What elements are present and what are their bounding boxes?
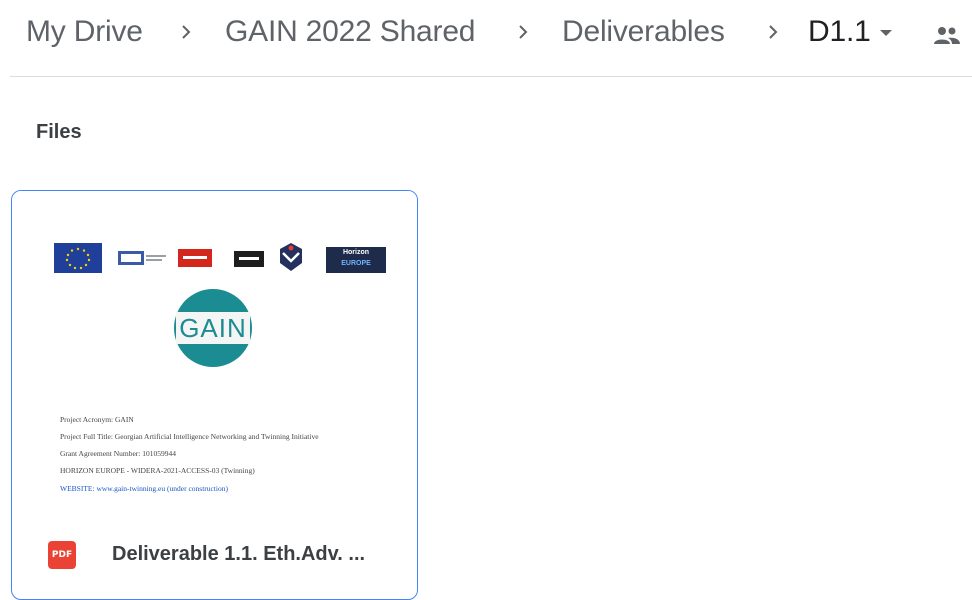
partner-dark-logo <box>234 251 264 267</box>
file-name[interactable]: Deliverable 1.1. Eth.Adv. ... <box>112 543 402 566</box>
file-thumbnail: Horizon EUROPE GAIN Project Acronym: GAI… <box>12 191 417 511</box>
people-icon <box>934 27 960 44</box>
doc-line-acronym: Project Acronym: GAIN <box>60 415 134 424</box>
breadcrumb-item-deliverables[interactable]: Deliverables <box>562 15 725 49</box>
file-footer: PDF Deliverable 1.1. Eth.Adv. ... <box>12 511 417 599</box>
europe-logo-text: EUROPE <box>341 260 371 267</box>
breadcrumb: My Drive GAIN 2022 Shared Deliverables D… <box>0 0 972 64</box>
section-title-files: Files <box>36 121 82 143</box>
gain-logo-text: GAIN <box>176 312 250 344</box>
partner-logos: Horizon EUROPE <box>12 243 417 283</box>
file-card[interactable]: Horizon EUROPE GAIN Project Acronym: GAI… <box>11 190 418 600</box>
breadcrumb-item-gain-2022-shared[interactable]: GAIN 2022 Shared <box>225 15 475 49</box>
gain-logo: GAIN <box>174 289 252 367</box>
horizon-europe-logo: Horizon EUROPE <box>326 247 386 273</box>
breadcrumb-current-folder[interactable]: D1.1 <box>808 15 871 49</box>
header-divider <box>10 76 972 77</box>
document-preview-text: Project Acronym: GAIN Project Full Title… <box>60 415 380 501</box>
doc-line-grant: Grant Agreement Number: 101059944 <box>60 449 177 459</box>
breadcrumb-item-my-drive[interactable]: My Drive <box>26 15 143 49</box>
partner-red-logo <box>178 249 212 267</box>
doc-line-title: Project Full Title: Georgian Artificial … <box>60 432 319 442</box>
pdf-icon: PDF <box>48 541 76 569</box>
chevron-right-icon <box>519 25 528 39</box>
partner-shield-logo <box>280 243 302 271</box>
chevron-right-icon <box>769 25 778 39</box>
doc-line-website: WEBSITE: www.gain-twinning.eu (under con… <box>60 483 229 493</box>
eu-flag-logo <box>54 243 102 273</box>
doc-line-program: HORIZON EUROPE - WIDERA-2021-ACCESS-03 (… <box>60 466 255 476</box>
horizon-logo-text: Horizon <box>342 249 370 256</box>
university-logo <box>118 251 166 265</box>
arrow-drop-down-icon[interactable] <box>876 26 896 40</box>
chevron-right-icon <box>182 25 191 39</box>
